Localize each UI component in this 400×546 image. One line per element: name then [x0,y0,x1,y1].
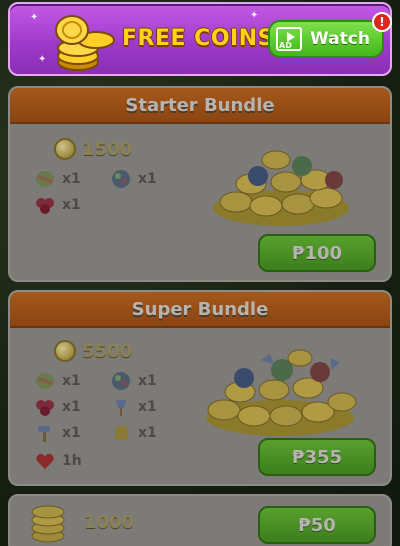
starter-item-striped-candy: x1 [34,168,81,190]
free-coins-banner: ✦ ✦ ✦ FREE COINS AD Watch ! [8,2,392,76]
starter-item-berry-cluster: x1 [34,194,81,216]
super-bundle-header: Super Bundle [10,292,390,328]
hammer-booster-icon [38,426,50,442]
super-bundle-title: Super Bundle [131,298,269,320]
striped-candy-icon [36,171,54,187]
color-bomb-icon [112,170,130,188]
coin-stack-icon [31,505,65,543]
super-item-striped-candy: x1 [34,370,81,392]
super-item-heart-timer: 1h [34,450,82,472]
super-item-hammer: x1 [34,422,81,444]
super-item-berry-cluster: x1 [34,396,81,418]
shovel-booster-icon [116,400,126,416]
coin-pile-image [206,349,357,436]
coins-bundle-card: 1000 ₱50 [8,494,392,546]
starter-bundle-card: Starter Bundle 1500 x1 x1 x1 ₱100 [8,86,392,282]
berry-cluster-icon [36,198,54,214]
banner-title: FREE COINS [122,26,274,51]
notification-badge: ! [372,12,392,32]
starter-item-color-bomb: x1 [110,168,157,190]
starter-buy-button[interactable]: ₱100 [258,234,376,272]
sparkle-icon: ✦ [38,54,47,65]
starter-coins-row: 1500 [54,138,132,160]
striped-candy-icon [36,373,54,389]
sparkle-icon: ✦ [250,10,259,21]
ad-video-icon: AD [276,27,302,51]
coin-icon [54,340,76,362]
coins-bundle-amount: 1000 [84,512,135,533]
super-coins-amount: 5500 [82,340,133,362]
sparkle-icon: ✦ [30,12,39,23]
glove-booster-icon [115,426,128,440]
super-coins-row: 5500 [54,340,132,362]
coins-bundle-buy-button[interactable]: ₱50 [258,506,376,544]
super-bundle-card: Super Bundle 5500 x1 x1 x1 x1 x1 x1 1h ₱… [8,290,392,486]
watch-ad-button[interactable]: AD Watch [268,20,384,58]
starter-bundle-title: Starter Bundle [125,94,275,116]
berry-cluster-icon [36,400,54,416]
super-item-color-bomb: x1 [110,370,157,392]
starter-bundle-header: Starter Bundle [10,88,390,124]
watch-label: Watch [310,29,370,49]
coin-icon [54,138,76,160]
coin-pile-image [213,150,349,226]
color-bomb-icon [112,372,130,390]
super-item-shovel: x1 [110,396,157,418]
coin-stack-icon [55,15,115,71]
heart-timer-icon [36,453,54,469]
super-buy-button[interactable]: ₱355 [258,438,376,476]
super-item-glove: x1 [110,422,157,444]
starter-coins-amount: 1500 [82,138,133,160]
